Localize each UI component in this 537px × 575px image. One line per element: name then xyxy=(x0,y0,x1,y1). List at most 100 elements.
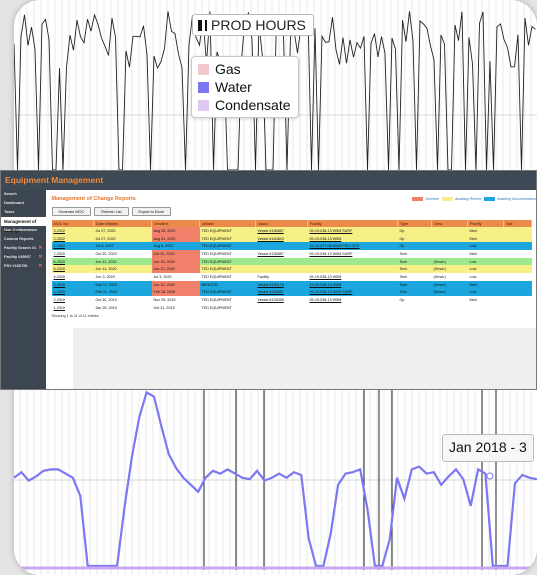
legend-swatch xyxy=(198,99,209,111)
table-header-row: MOC No Date Initiated Deadline Initiator Ass… xyxy=(51,220,532,227)
column-header[interactable]: Initiator xyxy=(199,220,256,227)
table-cell: Jun 18, 2020 xyxy=(151,257,200,266)
sidebar: Search Dashboard Tasks Management of Cha… xyxy=(1,190,46,389)
table-cell[interactable]: Vessel #133085 xyxy=(256,296,308,304)
table-cell[interactable]: 10-19-077-08 W6M PRO SITE xyxy=(308,242,398,250)
table-cell: Tech xyxy=(399,274,408,279)
table-cell xyxy=(398,304,432,312)
sidebar-item-custom-reports[interactable]: Custom Reports xyxy=(1,235,46,244)
column-header[interactable]: Priority xyxy=(467,220,504,227)
column-header[interactable]: MOC No xyxy=(51,220,94,227)
status-legend-awaiting-documentation: Awaiting Documentation xyxy=(484,197,536,201)
legend-item-gas[interactable]: Gas xyxy=(198,60,291,78)
table-cell[interactable]: Vessel #140843 xyxy=(256,235,308,243)
table-row[interactable]: 5-2020 Jun 11, 2020 Jun 13, 2020 TED EQUIPM… xyxy=(51,265,532,274)
table-row[interactable]: 7-2020 Oct 20, 2020 Oct 31, 2020 TED EQUIPM… xyxy=(51,250,532,258)
table-row[interactable]: 1-2022 Jul 6, 2022 Aug 8, 2022 TED EQUIPMEN… xyxy=(51,242,532,251)
table-cell[interactable]: 09-19-038-13 W5M SURF xyxy=(308,250,398,258)
table-cell[interactable]: Vessel #136667 xyxy=(256,227,308,235)
table-cell[interactable]: 12-29-038-13 W5M xyxy=(308,281,398,289)
table-cell[interactable]: 2-2022 xyxy=(52,235,94,243)
chart-title[interactable]: PROD HOURS xyxy=(192,14,314,36)
bar-chart-icon xyxy=(198,19,207,31)
table-cell[interactable]: 1-2020 xyxy=(52,289,94,297)
sidebar-filter-facility-search[interactable]: Facility Search #1 ✕ xyxy=(1,244,46,253)
sidebar-item-dashboard[interactable]: Dashboard xyxy=(1,199,46,208)
equipment-management-window: Equipment Management Search Dashboard Ta… xyxy=(0,170,537,390)
table-cell[interactable]: 4-2020 xyxy=(52,273,94,281)
column-header[interactable]: Desc xyxy=(431,220,468,227)
table-row[interactable]: 4-2020 Jun 3, 2020 Jul 3, 2020 TED EQUIPMEN… xyxy=(51,273,532,281)
export-to-excel-button[interactable]: Export to Excel xyxy=(131,207,172,216)
legend-item-water[interactable]: Water xyxy=(198,78,291,96)
table-cell[interactable]: 1-2022 xyxy=(52,242,94,250)
table-cell[interactable]: Vessel #136667 xyxy=(256,289,308,297)
table-cell[interactable] xyxy=(256,304,308,312)
sidebar-item-non-conformance[interactable]: Non-Conformance xyxy=(1,226,46,235)
table-cell[interactable]: 5-2020 xyxy=(52,265,94,273)
table-cell[interactable]: 09-19-038-13 W5M xyxy=(308,273,398,281)
table-cell[interactable] xyxy=(308,258,398,266)
table-cell: Jun 13, 2020 xyxy=(151,265,200,274)
column-header[interactable]: Assoc. xyxy=(255,220,308,227)
table-cell: Med xyxy=(469,298,477,303)
table-cell xyxy=(432,296,468,304)
table-cell[interactable]: 7-2020 xyxy=(52,250,94,258)
table-row[interactable]: 2-2019 Oct 30, 2019 Nov 29, 2019 TED EQUIPM… xyxy=(51,296,532,304)
column-header[interactable]: Type xyxy=(397,220,432,227)
table-cell[interactable]: 09-19-038-13 W5M SURF xyxy=(308,227,398,235)
table-cell[interactable] xyxy=(256,258,308,266)
table-cell: TED EQUIPMENT xyxy=(201,274,232,279)
table-cell[interactable] xyxy=(308,265,398,273)
column-header[interactable]: Date Initiated xyxy=(93,220,152,227)
table-cell[interactable] xyxy=(256,242,308,250)
table-cell[interactable]: Vessel #136667 xyxy=(256,250,308,258)
sidebar-item-management-of-change[interactable]: Management of Change xyxy=(1,217,46,233)
status-legend-awaiting-review: Awaiting Review xyxy=(441,197,481,201)
sidebar-filter-psv[interactable]: PSV #100756 ✕ xyxy=(1,262,46,271)
table-cell[interactable]: 1-2019 xyxy=(52,304,94,312)
table-cell xyxy=(504,235,532,243)
table-cell: Oct 31, 2020 xyxy=(151,250,200,258)
column-header[interactable]: Deadline xyxy=(151,220,200,227)
table-cell[interactable] xyxy=(256,265,308,273)
table-cell[interactable]: 3-2022 xyxy=(52,227,94,235)
sidebar-item-search[interactable]: Search xyxy=(1,190,46,199)
refresh-list-button[interactable]: Refresh List xyxy=(94,207,129,216)
table-row[interactable]: 6-2020 Jun 11, 2020 Jun 18, 2020 TED EQUIPM… xyxy=(51,257,532,266)
water-series-line xyxy=(14,390,537,568)
close-icon[interactable]: ✕ xyxy=(38,262,42,271)
table-cell[interactable] xyxy=(308,304,398,312)
table-cell: TED EQUIPMENT xyxy=(201,236,232,241)
table-row[interactable]: 2-2022 Jul 27, 2022 Aug 31, 2022 TED EQUIPM… xyxy=(51,234,532,243)
sidebar-filter-facility[interactable]: Facility #39667 ✕ xyxy=(1,253,46,262)
sidebar-item-tasks[interactable]: Tasks xyxy=(1,208,46,217)
table-cell: Med xyxy=(469,282,477,287)
table-cell[interactable]: 09-19-038-13 W5M xyxy=(308,296,398,304)
column-header[interactable]: Facility xyxy=(307,220,398,227)
table-cell[interactable]: 09-19-038-13 W5M xyxy=(308,235,398,243)
table-row[interactable]: 3-2022 Jul 27, 2022 Aug 25, 2022 TED EQUIPM… xyxy=(51,227,532,235)
column-header[interactable]: Stat xyxy=(503,220,532,227)
table-cell xyxy=(504,281,532,289)
legend-label: Water xyxy=(215,79,252,95)
table-cell: TED EQUIPMENT xyxy=(201,244,232,249)
toolbar: Generate MOC Refresh List Export to Exce… xyxy=(51,207,533,216)
table-row[interactable]: 3-2020 Mar 17, 2020 Jun 16, 2020 BENOITB Ves… xyxy=(51,280,532,289)
generate-moc-button[interactable]: Generate MOC xyxy=(51,207,92,216)
legend-label: Gas xyxy=(215,61,241,77)
table-cell: Med xyxy=(469,236,477,241)
close-icon[interactable]: ✕ xyxy=(38,253,42,262)
table-cell[interactable]: 09-19-038-13 W5M SURF xyxy=(308,289,398,297)
table-cell: Jun 16, 2020 xyxy=(151,280,200,289)
table-cell[interactable]: 6-2020 xyxy=(52,258,94,266)
table-cell: BENOITB xyxy=(201,282,218,287)
table-row[interactable]: 1-2019 Jan 25, 2019 Oct 31, 2019 TED EQUIPM… xyxy=(51,303,532,312)
legend-item-condensate[interactable]: Condensate xyxy=(198,96,291,114)
table-cell[interactable]: 3-2020 xyxy=(52,281,94,289)
table-row[interactable]: 1-2020 Feb 11, 2020 Feb 28, 2020 TED EQUIPM… xyxy=(51,288,532,297)
table-cell[interactable]: Vessel #139174 xyxy=(256,281,308,289)
table-cell[interactable]: Facility xyxy=(256,273,308,281)
table-cell[interactable]: 2-2019 xyxy=(52,296,94,304)
close-icon[interactable]: ✕ xyxy=(38,244,42,253)
